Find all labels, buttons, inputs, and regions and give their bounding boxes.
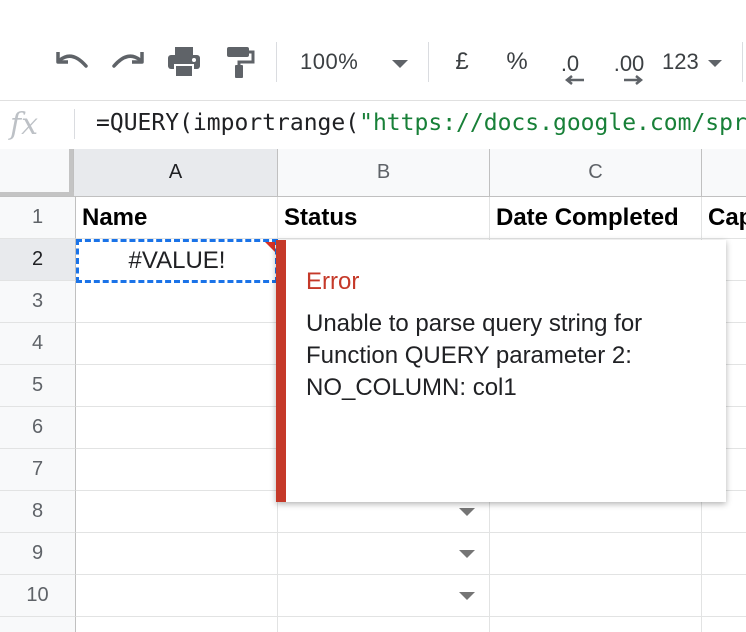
toolbar-divider [428, 42, 429, 82]
formula-input[interactable]: =QUERY(importrange("https://docs.google.… [96, 110, 746, 136]
paint-format-button[interactable] [220, 42, 260, 82]
column-header-a[interactable]: A [74, 149, 278, 197]
toolbar-divider [276, 42, 277, 82]
formula-bar-divider [74, 109, 75, 139]
error-tooltip: Error Unable to parse query string for F… [276, 240, 726, 502]
currency-format-button[interactable]: £ [446, 42, 478, 82]
cell-c1[interactable]: Date Completed [490, 197, 702, 239]
zoom-value: 100% [300, 49, 359, 74]
row-header-10[interactable]: 10 [0, 575, 76, 617]
freeze-handle-horizontal[interactable] [0, 192, 74, 196]
error-message: Unable to parse query string for Functio… [306, 310, 643, 401]
dropdown-arrow-icon[interactable] [459, 592, 475, 600]
chevron-down-icon [708, 60, 722, 67]
arrow-right-icon [624, 75, 644, 85]
freeze-handle-vertical[interactable] [69, 149, 73, 195]
error-title: Error [306, 268, 360, 295]
cell-d9[interactable] [702, 533, 746, 575]
toolbar-divider [742, 42, 743, 82]
cell-b1[interactable]: Status [278, 197, 490, 239]
formula-text: =QUERY(importrange( [96, 110, 360, 136]
more-formats-button[interactable]: 123 [662, 42, 726, 82]
row-header-1[interactable]: 1 [0, 197, 76, 239]
row-header-4[interactable]: 4 [0, 323, 76, 365]
cell-a11[interactable] [76, 617, 278, 632]
cell-d10[interactable] [702, 575, 746, 617]
increase-decimal-button[interactable]: .00 [606, 42, 652, 86]
paint-format-icon [227, 47, 255, 78]
percent-label: % [506, 48, 528, 75]
cell-b10[interactable] [278, 575, 490, 617]
print-icon [168, 47, 200, 78]
formula-string-literal: "https://docs.google.com/spr [359, 110, 746, 136]
cell-d1[interactable]: Cap [702, 197, 746, 239]
increase-decimal-label: .00 [613, 51, 645, 76]
cell-a4[interactable] [76, 323, 278, 365]
cell-c11[interactable] [490, 617, 702, 632]
spreadsheet-grid: A B C 1 2 3 4 5 6 7 8 9 10 Name Status D… [0, 149, 746, 632]
cell-a2-value: #VALUE! [128, 247, 226, 274]
column-header-b[interactable]: B [278, 149, 490, 197]
row-header-7[interactable]: 7 [0, 449, 76, 491]
cell-c10[interactable] [490, 575, 702, 617]
row-header-5[interactable]: 5 [0, 365, 76, 407]
cell-b9[interactable] [278, 533, 490, 575]
cell-b11[interactable] [278, 617, 490, 632]
cell-c9[interactable] [490, 533, 702, 575]
redo-button[interactable] [106, 44, 150, 80]
select-all-corner[interactable] [0, 149, 74, 197]
column-header-c[interactable]: C [490, 149, 702, 197]
arrow-left-icon [564, 75, 584, 85]
fx-icon: fx [10, 107, 39, 142]
error-indicator-icon [265, 242, 275, 252]
row-header-9[interactable]: 9 [0, 533, 76, 575]
row-header-6[interactable]: 6 [0, 407, 76, 449]
undo-button[interactable] [50, 44, 94, 80]
decrease-decimal-button[interactable]: .0 [550, 42, 590, 86]
selected-cell-a2[interactable]: #VALUE! [76, 239, 278, 283]
chevron-down-icon [392, 60, 408, 68]
print-button[interactable] [162, 42, 206, 82]
percent-format-button[interactable]: % [500, 42, 534, 82]
more-formats-label: 123 [662, 49, 699, 74]
cell-d11[interactable] [702, 617, 746, 632]
cell-a5[interactable] [76, 365, 278, 407]
currency-label: £ [455, 48, 469, 75]
dropdown-arrow-icon[interactable] [459, 550, 475, 558]
formula-bar: fx =QUERY(importrange("https://docs.goog… [0, 100, 746, 150]
row-header-3[interactable]: 3 [0, 281, 76, 323]
row-header-11[interactable] [0, 617, 76, 632]
undo-icon [56, 52, 88, 68]
cell-a9[interactable] [76, 533, 278, 575]
column-header-d[interactable] [702, 149, 746, 197]
toolbar: 100% £ % .0 .00 123 [0, 22, 746, 100]
dropdown-arrow-icon[interactable] [459, 508, 475, 516]
cell-a6[interactable] [76, 407, 278, 449]
redo-icon [112, 52, 144, 68]
decrease-decimal-label: .0 [560, 51, 580, 76]
zoom-select[interactable]: 100% [300, 44, 412, 80]
cell-a10[interactable] [76, 575, 278, 617]
cell-a3[interactable] [76, 281, 278, 323]
row-header-8[interactable]: 8 [0, 491, 76, 533]
row-header-2[interactable]: 2 [0, 239, 76, 281]
cell-a8[interactable] [76, 491, 278, 533]
menu-bar-remnant [0, 0, 746, 22]
cell-a1[interactable]: Name [76, 197, 278, 239]
cell-a7[interactable] [76, 449, 278, 491]
